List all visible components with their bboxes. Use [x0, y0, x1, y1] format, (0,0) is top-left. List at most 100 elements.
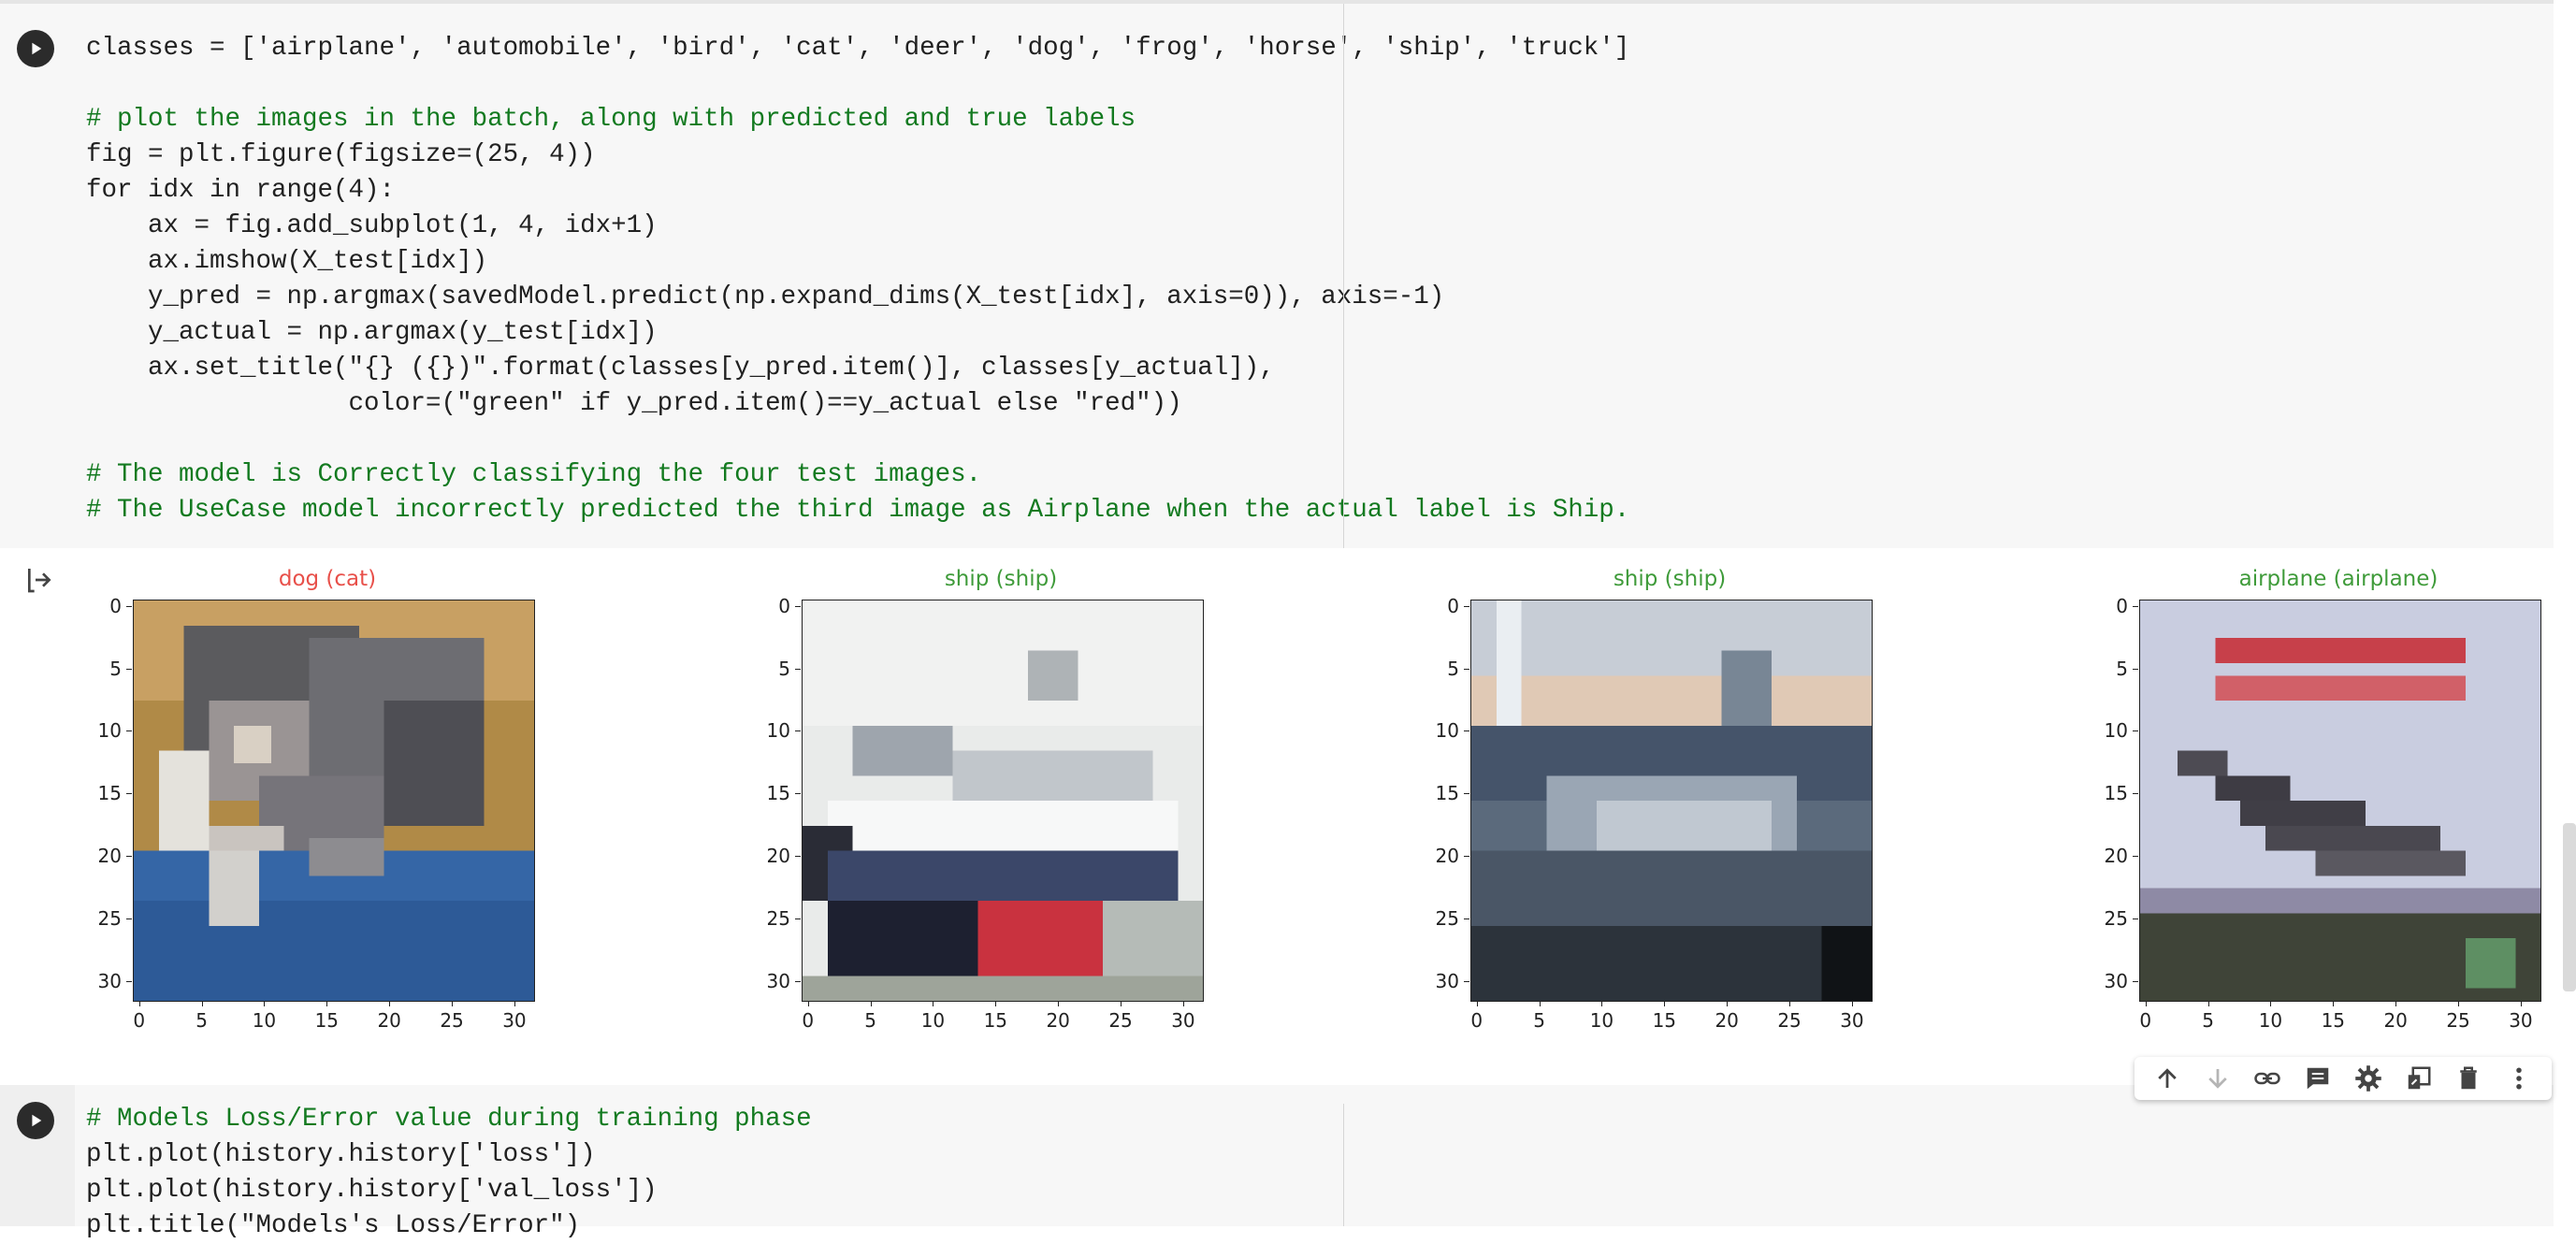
y-tick-mark [1464, 793, 1469, 795]
code-editor[interactable]: # Models Loss/Error value during trainin… [86, 1102, 812, 1244]
x-tick-mark [2270, 1001, 2272, 1006]
x-tick-mark [2207, 1001, 2209, 1006]
x-tick-label: 15 [1652, 1009, 1677, 1032]
y-tick-mark [126, 980, 132, 982]
plot-title: dog (cat) [278, 567, 377, 591]
x-tick-label: 25 [1777, 1009, 1802, 1032]
x-tick-mark [870, 1001, 872, 1006]
code-line: # plot the images in the batch, along wi… [86, 105, 1136, 134]
x-tick-label: 10 [920, 1009, 946, 1032]
x-tick-label: 5 [1533, 1009, 1545, 1032]
mirror-cell-icon [2408, 1066, 2431, 1090]
x-tick-mark [452, 1001, 454, 1006]
code-line: ax.imshow(X_test[idx]) [86, 247, 488, 276]
add-comment-button[interactable] [2299, 1060, 2337, 1097]
y-tick-mark [1464, 605, 1469, 607]
code-line: # The model is Correctly classifying the… [86, 460, 982, 489]
y-tick-label: 0 [1447, 594, 1459, 617]
code-line: # Models Loss/Error value during trainin… [86, 1105, 812, 1134]
y-tick-mark [795, 668, 801, 670]
x-tick-label: 0 [133, 1009, 146, 1032]
plot-title: ship (ship) [944, 567, 1058, 591]
y-tick-mark [1464, 668, 1469, 670]
y-tick-mark [2133, 730, 2138, 732]
y-tick-mark [126, 605, 132, 607]
y-tick-label: 20 [766, 845, 790, 868]
code-cell-plot-predictions[interactable]: classes = ['airplane', 'automobile', 'bi… [0, 0, 2554, 548]
y-tick-mark [1464, 730, 1469, 732]
move-cell-down-button[interactable] [2199, 1060, 2236, 1097]
x-tick-label: 0 [1470, 1009, 1483, 1032]
x-tick-label: 30 [502, 1009, 527, 1032]
x-tick-label: 25 [2446, 1009, 2470, 1032]
y-tick-label: 25 [97, 907, 122, 931]
cell-settings-button[interactable] [2350, 1060, 2387, 1097]
code-line: ax = fig.add_subplot(1, 4, idx+1) [86, 211, 658, 240]
mirror-cell-button[interactable] [2400, 1060, 2438, 1097]
x-tick-label: 10 [2258, 1009, 2283, 1032]
x-tick-label: 30 [2509, 1009, 2533, 1032]
code-editor[interactable]: classes = ['airplane', 'automobile', 'bi… [86, 31, 1629, 528]
more-options-button[interactable] [2500, 1060, 2538, 1097]
test-image-ship-1 [802, 600, 1204, 1002]
x-tick-mark [389, 1001, 391, 1006]
settings-icon [2355, 1065, 2381, 1092]
x-tick-label: 30 [1840, 1009, 1864, 1032]
x-tick-mark [2458, 1001, 2460, 1006]
output-image-plot-1: dog (cat) 0 5 10 15 20 25 30 0 5 10 15 20 25 30 [75, 567, 655, 1034]
y-tick-label: 25 [1435, 907, 1459, 931]
x-tick-label: 15 [314, 1009, 340, 1032]
x-tick-label: 10 [252, 1009, 277, 1032]
x-tick-label: 15 [983, 1009, 1008, 1032]
code-cell-plot-loss[interactable]: # Models Loss/Error value during trainin… [0, 1085, 2554, 1240]
move-down-icon [2207, 1069, 2227, 1089]
x-tick-mark [514, 1001, 515, 1006]
delete-cell-button[interactable] [2450, 1060, 2487, 1097]
y-tick-label: 15 [97, 782, 122, 805]
y-tick-label: 25 [2104, 907, 2128, 931]
x-tick-mark [1664, 1001, 1666, 1006]
delete-icon [2460, 1066, 2478, 1090]
copy-link-button[interactable] [2249, 1060, 2286, 1097]
plot-title: airplane (airplane) [2238, 567, 2439, 591]
code-line: ax.set_title("{} ({})".format(classes[y_… [86, 354, 1275, 383]
y-tick-label: 0 [109, 594, 122, 617]
x-tick-mark [138, 1001, 140, 1006]
y-tick-mark [126, 730, 132, 732]
x-tick-label: 0 [2139, 1009, 2152, 1032]
page-scrollbar[interactable] [2563, 823, 2576, 991]
x-tick-label: 0 [802, 1009, 815, 1032]
run-cell-button[interactable] [17, 30, 54, 67]
x-tick-mark [1851, 1001, 1853, 1006]
y-tick-mark [1464, 856, 1469, 858]
y-tick-label: 25 [766, 907, 790, 931]
y-tick-label: 10 [766, 719, 790, 743]
y-tick-label: 20 [97, 845, 122, 868]
x-tick-mark [1601, 1001, 1603, 1006]
y-tick-mark [2133, 793, 2138, 795]
cell-toolbar [2135, 1057, 2552, 1100]
move-cell-up-button[interactable] [2149, 1060, 2186, 1097]
x-tick-label: 5 [2202, 1009, 2214, 1032]
column-ruler [1343, 1104, 1344, 1226]
x-tick-label: 5 [195, 1009, 208, 1032]
x-tick-mark [1476, 1001, 1478, 1006]
x-tick-mark [201, 1001, 203, 1006]
x-tick-label: 20 [2383, 1009, 2408, 1032]
column-ruler [1343, 4, 1344, 548]
y-tick-label: 15 [2104, 782, 2128, 805]
x-tick-label: 20 [1715, 1009, 1739, 1032]
y-tick-label: 10 [97, 719, 122, 743]
x-tick-label: 25 [440, 1009, 464, 1032]
code-line: for idx in range(4): [86, 176, 396, 205]
output-arrow-icon[interactable] [24, 565, 54, 595]
y-tick-mark [2133, 856, 2138, 858]
x-tick-label: 20 [377, 1009, 401, 1032]
run-cell-button[interactable] [17, 1102, 54, 1139]
play-icon [32, 1114, 42, 1127]
y-tick-label: 5 [109, 657, 122, 680]
y-tick-label: 5 [1447, 657, 1459, 680]
x-tick-mark [1539, 1001, 1541, 1006]
y-tick-label: 10 [1435, 719, 1459, 743]
x-tick-label: 5 [864, 1009, 876, 1032]
